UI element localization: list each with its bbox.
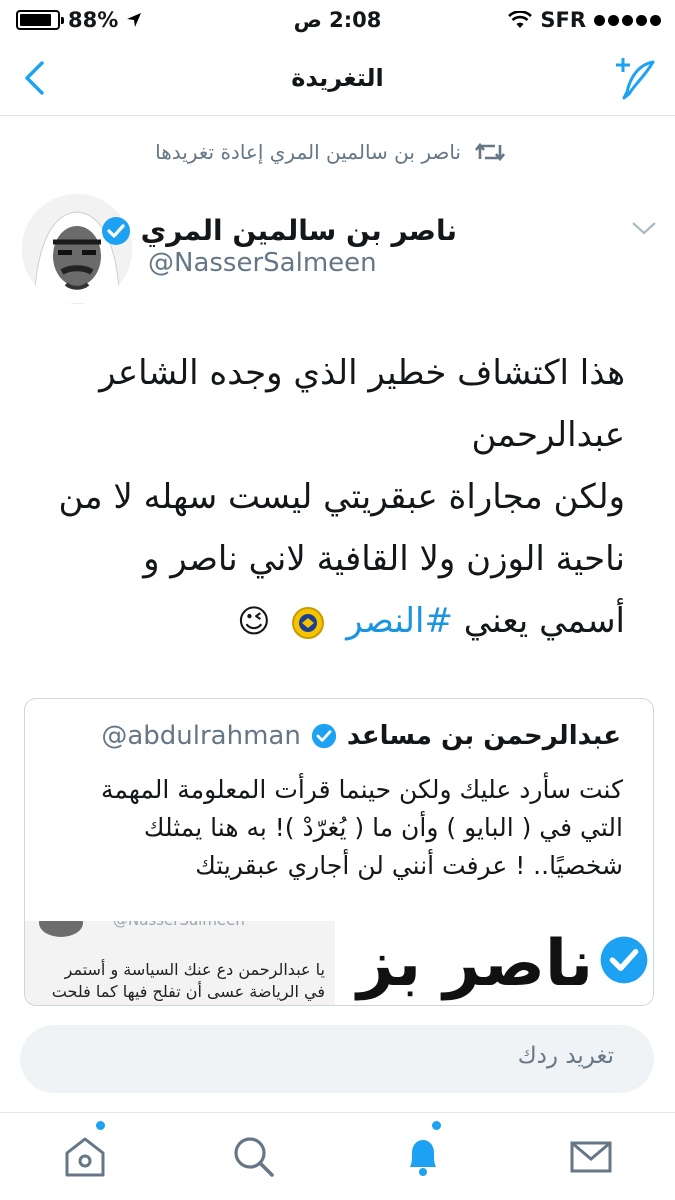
quoted-line: كنت سأرد عليك ولكن حينما قرأت المعلومة ا… [100,775,623,804]
status-right: SFR [508,8,661,32]
media-left-handle: @NasserSalmeen [113,921,245,929]
tweet-line: عبدالرحمن [471,415,625,455]
quoted-tweet-header: عبدالرحمن بن مساعد @abdulrahman [101,721,621,751]
notifications-bell-icon[interactable] [398,1131,448,1181]
wink-emoji: 😉 [237,602,271,640]
retweet-indicator[interactable]: ناصر بن سالمين المري إعادة تغريدها [155,140,505,164]
tab-bar [0,1112,675,1200]
quoted-line: التي في ( البايو ) وأن ما ( يُغرّدْ )! ب… [143,813,623,842]
status-bar: 88% 2:08 ص SFR [0,0,675,40]
author-name-row[interactable]: ناصر بن سالمين المري [101,214,457,247]
tweet-line: هذا اكتشاف خطير الذي وجده الشاعر [99,353,625,393]
quoted-tweet-media[interactable]: @NasserSalmeen يا عبدالرحمن دع عنك السيا… [25,921,653,1005]
avatar-image [22,194,132,304]
tweet-last-prefix: أسمي يعني [463,601,625,641]
media-avatar-crop [39,921,83,937]
tweet-text: هذا اكتشاف خطير الذي وجده الشاعر عبدالرح… [15,342,625,652]
search-icon[interactable] [228,1131,278,1181]
status-left: 88% [16,8,142,32]
retweet-text: ناصر بن سالمين المري إعادة تغريدها [155,140,461,164]
back-chevron-icon[interactable] [20,60,50,96]
media-image-left[interactable]: @NasserSalmeen يا عبدالرحمن دع عنك السيا… [25,921,337,1005]
reply-placeholder: تغريد ردك [517,1043,614,1069]
author-handle[interactable]: @NasserSalmeen [148,248,377,278]
notifications-dot [432,1121,441,1130]
battery-percent: 88% [68,8,119,32]
media-left-text: يا عبدالرحمن دع عنك السياسة و أستمر في ا… [52,959,325,1003]
carrier-name: SFR [540,8,586,32]
author-name: ناصر بن سالمين المري [140,214,457,247]
battery-icon [16,10,64,30]
home-notification-dot [96,1121,105,1130]
avatar[interactable] [22,194,132,304]
verified-badge-icon [311,723,336,749]
quoted-author-name: عبدالرحمن بن مساعد [346,721,621,751]
tweet-line-last: أسمي يعني #النصر 😉 [15,590,625,652]
club-badge-icon [292,606,325,639]
status-time: 2:08 ص [293,8,382,32]
tweet-line: ناحية الوزن ولا القافية لاني ناصر و [143,539,625,579]
home-icon[interactable] [60,1131,110,1181]
quoted-tweet[interactable]: عبدالرحمن بن مساعد @abdulrahman كنت سأرد… [24,698,654,1006]
tweet-line: ولكن مجاراة عبقريتي ليست سهله لا من [58,477,625,517]
media-left-line: يا عبدالرحمن دع عنك السياسة و أستمر [64,960,325,979]
media-left-line: في الرياضة عسى أن تفلح فيها كما فلحت [51,982,325,1001]
wifi-icon [508,11,533,28]
page-title: التغريدة [291,63,384,92]
nav-bar: التغريدة [0,40,675,116]
tweet-author: ناصر بن سالمين المري @NasserSalmeen [0,190,675,310]
signal-strength-icon [594,14,661,26]
location-arrow-icon [127,13,142,27]
retweet-icon [475,142,505,162]
compose-tweet-icon[interactable] [613,54,657,100]
quoted-author-handle: @abdulrahman [101,721,301,751]
hashtag-link[interactable]: #النصر [346,601,453,641]
quoted-tweet-text: كنت سأرد عليك ولكن حينما قرأت المعلومة ا… [43,771,623,885]
reply-field[interactable]: تغريد ردك [20,1025,654,1093]
messages-envelope-icon[interactable] [566,1131,616,1181]
chevron-down-icon[interactable] [631,220,657,236]
verified-badge-icon [600,936,648,984]
media-right-text: ناصر بز [357,927,593,1001]
media-image-right[interactable]: ناصر بز [341,921,653,1005]
quoted-line: شخصيًا.. ! عرفت أنني لن أجاري عبقريتك [195,851,623,880]
verified-badge-icon [101,216,130,245]
